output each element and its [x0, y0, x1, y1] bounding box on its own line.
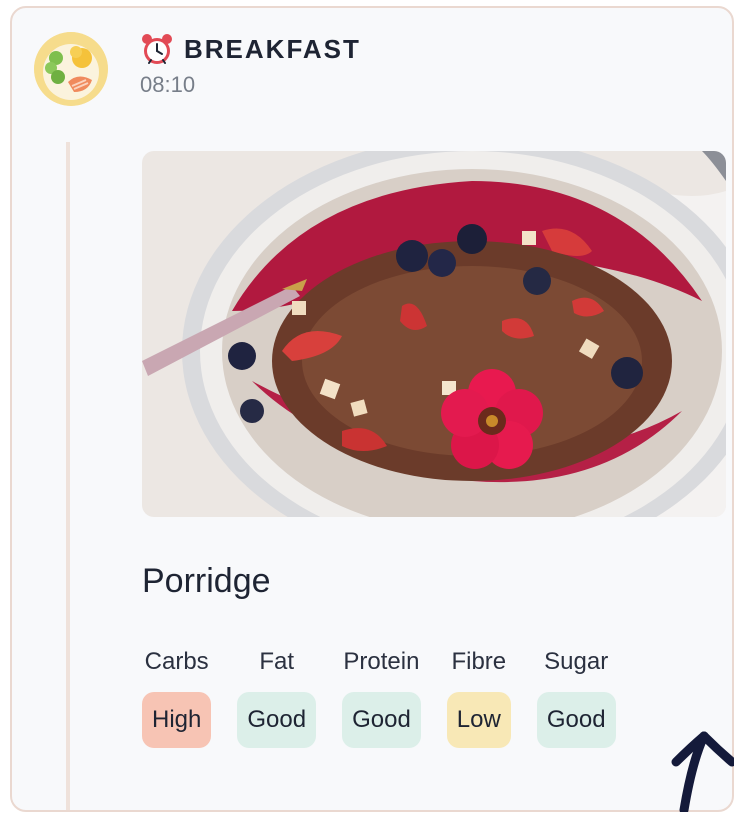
timeline-line — [66, 142, 70, 810]
nutrient-label: Fibre — [451, 648, 507, 675]
nutrient-fibre: Fibre Low — [446, 648, 511, 748]
nutrient-sugar: Sugar Good — [536, 648, 616, 748]
nutrient-label: Sugar — [544, 648, 609, 675]
alarm-clock-icon — [140, 32, 174, 66]
meal-card: BREAKFAST 08:10 Porridge Carbs High Fat … — [10, 6, 734, 812]
nutrient-label: Fat — [259, 648, 295, 675]
meal-plate-icon — [34, 32, 108, 106]
meal-header: BREAKFAST 08:10 — [140, 32, 361, 98]
nutrient-label: Carbs — [144, 648, 209, 675]
meal-time: 08:10 — [140, 72, 196, 97]
up-arrow-icon — [670, 722, 734, 812]
nutrient-protein: Protein Good — [342, 648, 421, 748]
meal-plate-avatar — [34, 32, 108, 106]
nutrient-carbs: Carbs High — [142, 648, 212, 748]
nutrient-list: Carbs High Fat Good Protein Good Fibre L… — [142, 648, 616, 748]
food-name: Porridge — [142, 562, 271, 600]
nutrient-rating-badge: High — [142, 692, 212, 748]
nutrient-rating-badge: Low — [446, 692, 511, 748]
nutrient-label: Protein — [343, 648, 420, 675]
meal-title: BREAKFAST — [184, 33, 361, 64]
nutrient-rating-badge: Good — [237, 692, 317, 748]
porridge-bowl-photo — [142, 151, 726, 517]
nutrient-rating-badge: Good — [342, 692, 421, 748]
nutrient-fat: Fat Good — [237, 648, 317, 748]
nutrient-rating-badge: Good — [536, 692, 616, 748]
food-photo[interactable] — [142, 151, 726, 517]
